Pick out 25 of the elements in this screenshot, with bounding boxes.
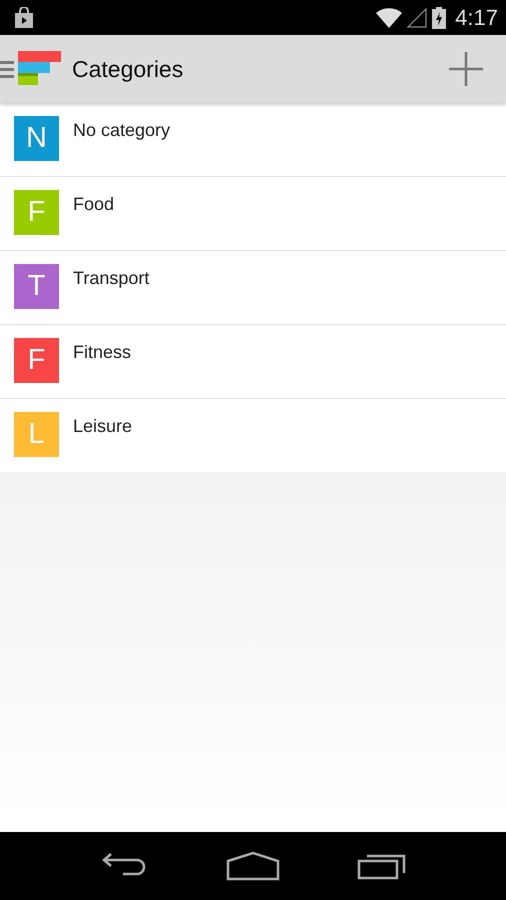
category-name: Transport: [73, 268, 150, 289]
category-item[interactable]: T Transport: [0, 251, 506, 325]
category-item[interactable]: N No category: [0, 103, 506, 177]
category-letter-tile: N: [14, 116, 59, 161]
menu-icon[interactable]: [0, 58, 14, 80]
category-name: Leisure: [73, 416, 132, 437]
app-title: Categories: [72, 56, 184, 82]
category-item[interactable]: L Leisure: [0, 399, 506, 472]
category-letter-tile: T: [14, 264, 59, 309]
category-item[interactable]: F Food: [0, 177, 506, 251]
category-name: Food: [73, 194, 114, 215]
category-item[interactable]: F Fitness: [0, 325, 506, 399]
category-letter-tile: L: [14, 412, 59, 457]
category-name: No category: [73, 120, 170, 141]
app-logo-icon[interactable]: [18, 51, 62, 87]
wifi-icon: [376, 8, 402, 28]
battery-icon: [432, 6, 446, 28]
clock-time: 4:17: [455, 4, 498, 30]
add-icon[interactable]: [448, 51, 484, 87]
category-letter-tile: F: [14, 338, 59, 383]
signal-icon: [407, 8, 428, 28]
shopping-bag-icon: [13, 6, 35, 28]
category-name: Fitness: [73, 342, 132, 363]
home-icon[interactable]: [226, 851, 280, 881]
category-letter-tile: F: [14, 190, 59, 235]
